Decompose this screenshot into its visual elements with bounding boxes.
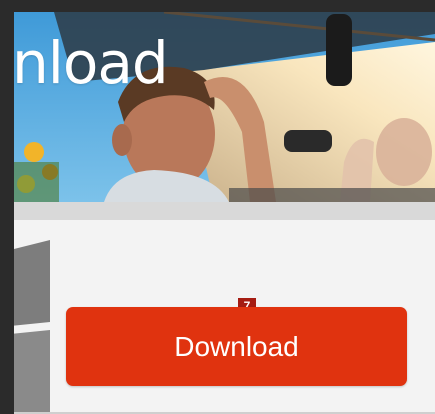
download-page: nload 7 Download <box>14 12 435 414</box>
hero-separator <box>14 202 435 220</box>
hero-title: nload <box>14 29 169 97</box>
hero-banner: nload <box>14 12 435 202</box>
browser-viewport: nload 7 Download <box>0 0 435 414</box>
download-button[interactable]: Download <box>66 307 407 386</box>
windows-logo-icon <box>14 240 50 414</box>
